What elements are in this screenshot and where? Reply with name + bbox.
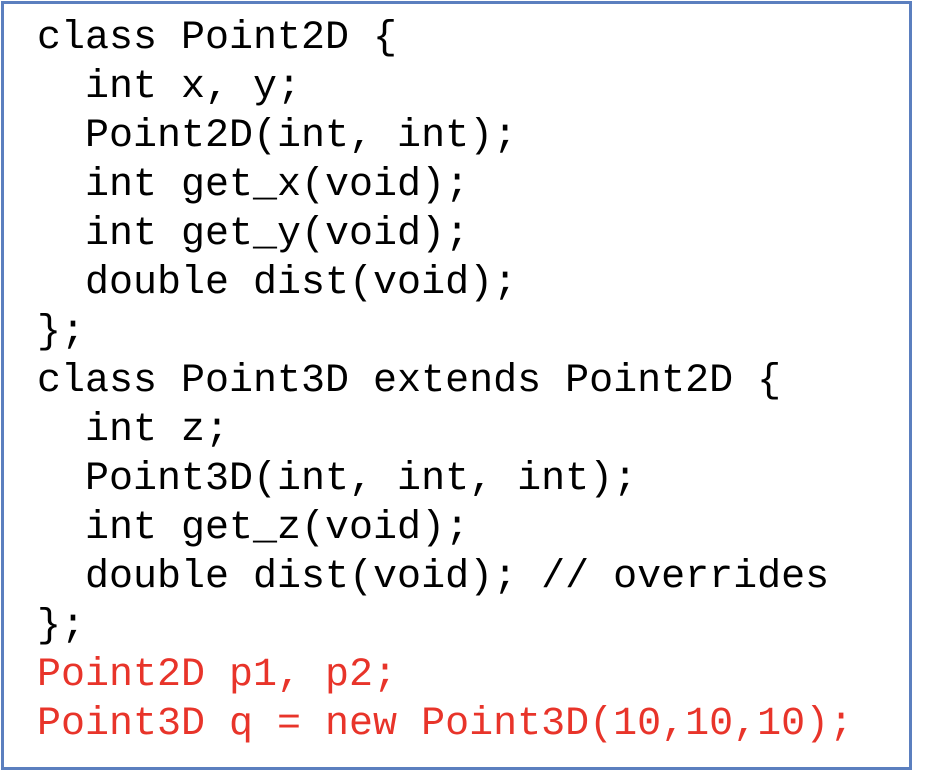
code-line-10: Point3D(int, int, int); xyxy=(37,457,638,502)
code-line-11: int get_z(void); xyxy=(37,506,470,551)
code-line-13: }; xyxy=(37,604,86,649)
code-line-6: double dist(void); xyxy=(37,261,518,306)
code-line-7: }; xyxy=(37,310,86,355)
code-line-9: int z; xyxy=(37,408,230,453)
code-line-12: double dist(void); // overrides xyxy=(37,555,830,600)
code-line-1: class Point2D { xyxy=(37,16,398,61)
code-line-8: class Point3D extends Point2D { xyxy=(37,359,782,404)
code-line-3: Point2D(int, int); xyxy=(37,114,518,159)
code-box: class Point2D { int x, y; Point2D(int, i… xyxy=(1,1,912,770)
code-line-14: Point2D p1, p2; xyxy=(37,653,398,698)
code-line-5: int get_y(void); xyxy=(37,212,470,257)
code-line-4: int get_x(void); xyxy=(37,163,470,208)
code-line-2: int x, y; xyxy=(37,65,302,110)
code-line-15: Point3D q = new Point3D(10,10,10); xyxy=(37,702,854,747)
